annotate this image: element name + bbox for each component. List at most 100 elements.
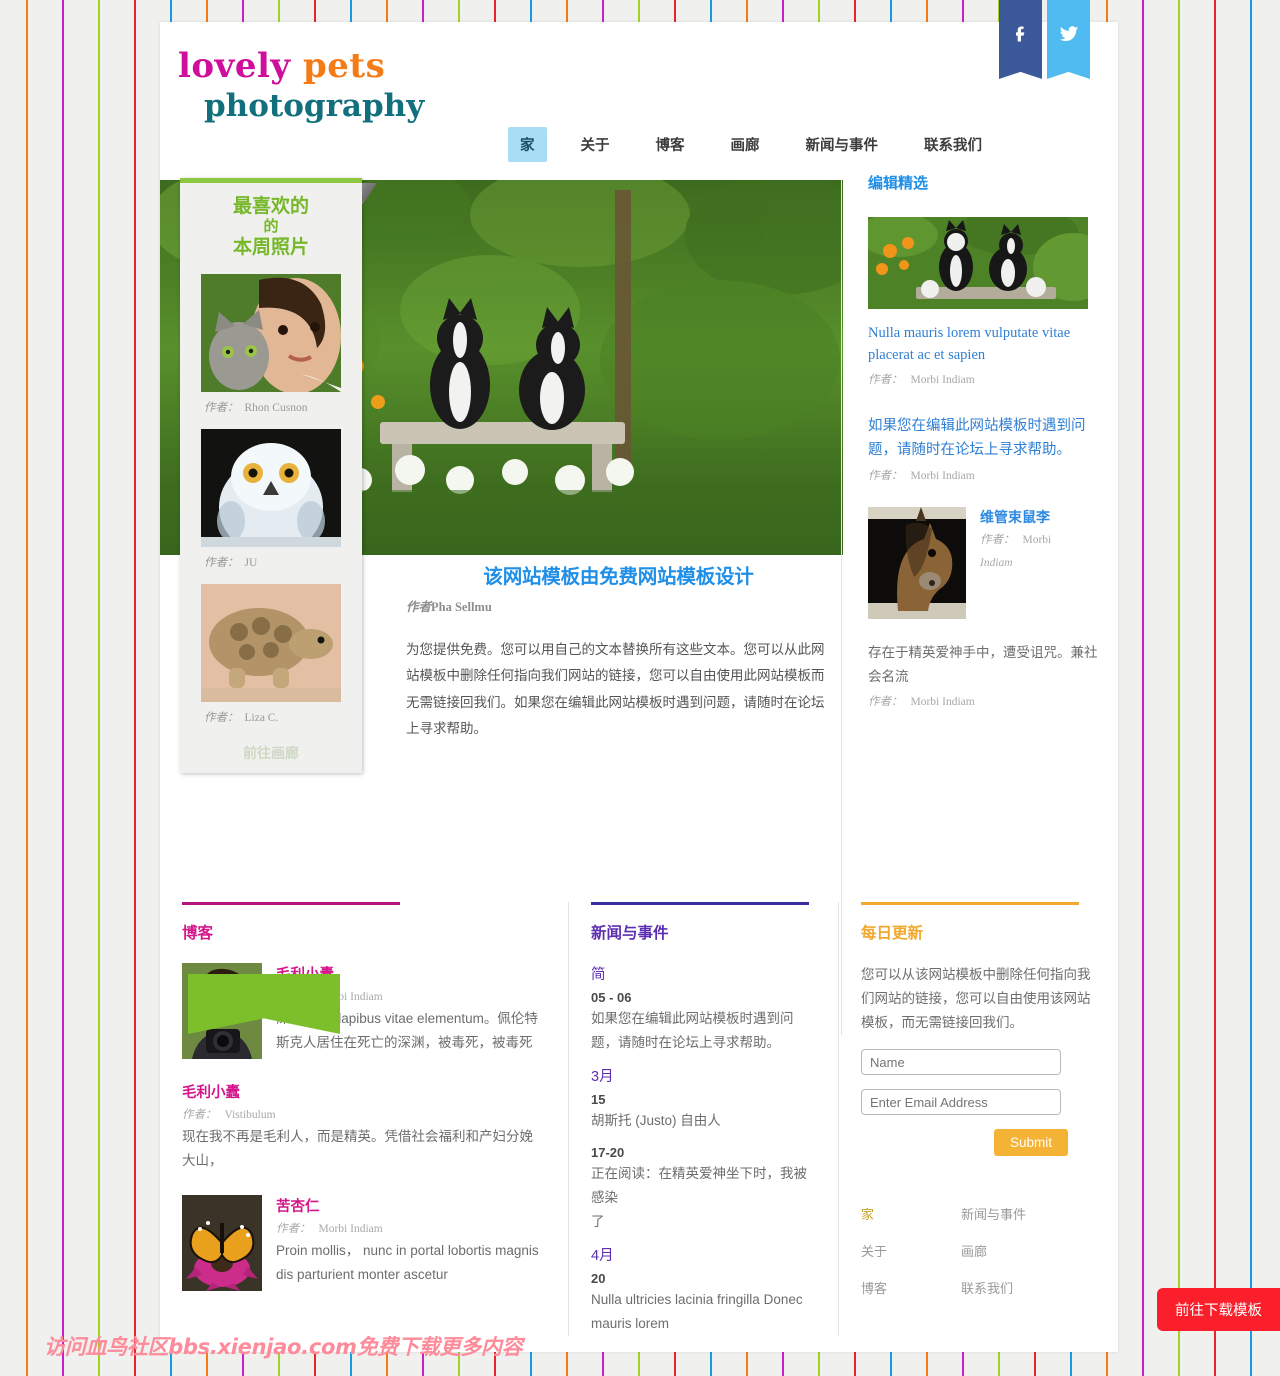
- blog-post-author: 作者：Morbi Indiam: [276, 1223, 383, 1236]
- submit-button[interactable]: Submit: [994, 1129, 1069, 1157]
- footer-link-about[interactable]: 关于: [861, 1241, 961, 1260]
- footer-link-gallery[interactable]: 画廊: [961, 1241, 1061, 1260]
- article-title[interactable]: 该网站模板由免费网站模板设计: [406, 560, 831, 589]
- footer-link-blog[interactable]: 博客: [861, 1278, 961, 1297]
- news-entry: 4月 20 Nulla ultricies lacinia fringilla …: [591, 1244, 816, 1336]
- rail-article-link-1[interactable]: Nulla mauris lorem vulputate vitae place…: [868, 322, 1100, 367]
- news-heading: 新闻与事件: [591, 925, 669, 942]
- blog-image-butterfly[interactable]: [182, 1195, 262, 1292]
- download-template-button[interactable]: 前往下载模板: [1157, 1288, 1280, 1331]
- blog-post-excerpt: Proin mollis， nunc in portal lobortis ma…: [276, 1243, 539, 1283]
- favorite-photo-girl-kitten[interactable]: [201, 273, 341, 392]
- news-day: 17-20: [591, 1145, 625, 1161]
- logo-text-lovely: lovely: [178, 46, 291, 86]
- background-stripe: [1214, 0, 1216, 1376]
- news-entry: 3月 15 胡斯托 (Justo) 自由人: [591, 1065, 816, 1133]
- facebook-icon[interactable]: [999, 0, 1042, 68]
- rail-author-3a: 作者： Morbi: [980, 533, 1052, 546]
- footer-link-news[interactable]: 新闻与事件: [961, 1204, 1061, 1223]
- blog-heading: 博客: [182, 925, 214, 942]
- news-text: Nulla ultricies lacinia fringilla Donec …: [591, 1292, 803, 1332]
- news-day: 05 - 06: [591, 990, 632, 1005]
- name-input[interactable]: [861, 1049, 1061, 1076]
- blog-post: 苦杏仁 作者： Morbi Indiam Proin mollis， nunc i…: [182, 1195, 546, 1292]
- blog-column: 博客 毛利小蠹: [160, 902, 568, 1336]
- rail-author-3b: Indiam: [980, 556, 1013, 569]
- news-text: 如果您在编辑此网站模板时遇到问题，请随时在论坛上寻求帮助。: [591, 1011, 794, 1051]
- rail-image-two-dogs[interactable]: [868, 217, 1088, 309]
- rail-image-horse[interactable]: [868, 506, 966, 619]
- background-stripe: [1178, 0, 1180, 1376]
- blog-post-text: 苦杏仁 作者： Morbi Indiam Proin mollis， nunc i…: [276, 1195, 546, 1291]
- footer-links: 家 关于 博客 新闻与事件 画廊 联系我们: [861, 1204, 1096, 1315]
- nav-item-about[interactable]: 关于: [569, 127, 622, 162]
- favorite-author: 作者： Rhon Cusnon: [204, 401, 308, 414]
- site-logo[interactable]: lovely pets photography: [178, 46, 424, 124]
- article-byline: 作者Pha Sellmu: [406, 600, 492, 614]
- rail-article-link-2[interactable]: 如果您在编辑此网站模板时遇到问题，请随时在论坛上寻求帮助。: [868, 415, 1100, 463]
- rail-item-with-thumb: 维管束鼠李 作者： Morbi Indiam: [868, 506, 1100, 619]
- footer-links-col1: 家 关于 博客: [861, 1204, 961, 1315]
- favorite-item: 作者： Liza C.: [190, 583, 352, 725]
- blog-post-excerpt: 现在我不再是毛利人，而是精英。凭借社会福利和产妇分娩大山，: [182, 1129, 533, 1169]
- news-day: 15: [591, 1092, 606, 1108]
- article-body: 为您提供免费。您可以用自己的文本替换所有这些文本。您可以从此网站模板中删除任何指…: [406, 642, 825, 736]
- blog-accent-bar: [182, 902, 400, 905]
- news-text: 胡斯托 (Justo) 自由人: [591, 1113, 721, 1129]
- news-day: 20: [591, 1271, 606, 1287]
- featured-article: 该网站模板由免费网站模板设计 作者Pha Sellmu 为您提供免费。您可以用自…: [406, 560, 831, 742]
- favorite-author: 作者： JU: [204, 556, 258, 569]
- editors-picks-rail: 编辑精选 Nulla mauris lorem vulputate vitae …: [868, 172, 1100, 709]
- blog-post-title[interactable]: 苦杏仁: [276, 1195, 546, 1216]
- updates-intro: 您可以从该网站模板中删除任何指向我们网站的链接，您可以自由使用该网站模板，而无需…: [861, 967, 1091, 1031]
- news-month: 简: [591, 967, 606, 983]
- blog-post: 毛利小蠹 作者： Vistibulum 现在我不再是毛利人，而是精英。凭借社会福利…: [182, 1081, 546, 1173]
- background-stripe: [62, 0, 64, 1376]
- news-month: 3月: [591, 1069, 614, 1086]
- favorite-item: 作者： Rhon Cusnon: [190, 273, 352, 415]
- rail-author-2: 作者： Morbi Indiam: [868, 469, 975, 482]
- twitter-icon[interactable]: [1047, 0, 1090, 68]
- footer-links-col2: 新闻与事件 画廊 联系我们: [961, 1204, 1061, 1315]
- rail-item-text: 维管束鼠李 作者： Morbi Indiam: [980, 507, 1100, 619]
- logo-text-pets: pets: [303, 46, 386, 86]
- blog-post-title[interactable]: 毛利小蠹: [182, 1081, 546, 1102]
- social-links: [999, 0, 1090, 68]
- footer-link-contact[interactable]: 联系我们: [961, 1278, 1061, 1297]
- updates-heading: 每日更新: [861, 925, 924, 942]
- favorites-title-line3: 本周照片: [232, 237, 309, 259]
- favorite-photo-tortoise[interactable]: [201, 583, 341, 702]
- gallery-link[interactable]: 前往画廊: [190, 743, 352, 763]
- updates-column: 每日更新 您可以从该网站模板中删除任何指向我们网站的链接，您可以自由使用该网站模…: [838, 902, 1118, 1337]
- bottom-columns: 博客 毛利小蠹: [160, 902, 1118, 1337]
- site-header: lovely pets photography 家 关于 博客 画廊 新闻与事件…: [160, 0, 1118, 162]
- favorites-title: 最喜欢的 的 本周照片: [190, 195, 352, 260]
- background-stripe: [134, 0, 136, 1376]
- favorite-item: 作者： JU: [190, 428, 352, 570]
- rail-author-1: 作者： Morbi Indiam: [868, 373, 975, 386]
- nav-item-blog[interactable]: 博客: [644, 127, 697, 162]
- logo-text-photography: photography: [204, 88, 425, 124]
- rail-paragraph-4: 存在于精英爱神手中，遭受诅咒。兼社会名流: [868, 644, 1098, 684]
- news-month: 4月: [591, 1248, 614, 1265]
- nav-item-gallery[interactable]: 画廊: [719, 127, 772, 162]
- email-input[interactable]: [861, 1089, 1061, 1116]
- news-accent-bar: [591, 902, 809, 905]
- news-text: 正在阅读：在精英爱神坐下时，我被感染 了: [591, 1166, 807, 1230]
- favorites-panel: 最喜欢的 的 本周照片 作者： Rhon Cusnon 作者： JU 作者： L…: [180, 178, 377, 773]
- footer-link-home[interactable]: 家: [861, 1204, 961, 1223]
- favorite-author: 作者： Liza C.: [204, 711, 279, 724]
- updates-accent-bar: [861, 902, 1079, 905]
- news-entry: 17-20 正在阅读：在精英爱神坐下时，我被感染 了: [591, 1145, 816, 1234]
- hero-section: 最喜欢的 的 本周照片 作者： Rhon Cusnon 作者： JU 作者： L…: [160, 162, 1118, 1035]
- background-stripe: [98, 0, 100, 1376]
- favorite-photo-owl[interactable]: [201, 428, 341, 547]
- rail-article-link-3[interactable]: 维管束鼠李: [980, 507, 1100, 527]
- background-stripe: [1142, 0, 1144, 1376]
- nav-item-home[interactable]: 家: [508, 127, 547, 162]
- nav-item-contact[interactable]: 联系我们: [912, 127, 994, 162]
- favorites-title-line2: 的: [263, 218, 279, 236]
- nav-item-news[interactable]: 新闻与事件: [794, 127, 891, 162]
- news-column: 新闻与事件 简 05 - 06 如果您在编辑此网站模板时遇到问题，请随时在论坛上…: [568, 902, 838, 1337]
- rail-heading: 编辑精选: [868, 175, 929, 192]
